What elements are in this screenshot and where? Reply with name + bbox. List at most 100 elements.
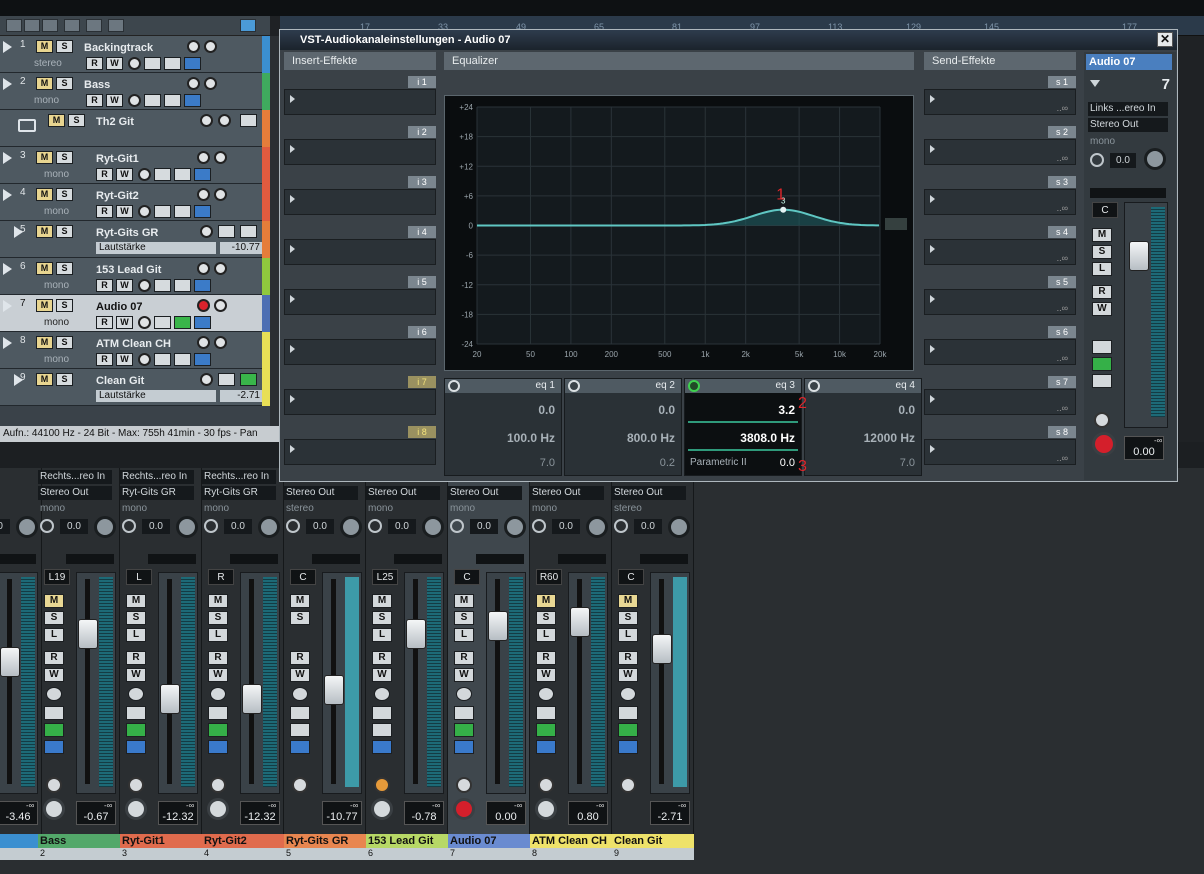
mute-button[interactable]: M: [1092, 228, 1112, 242]
gain-knob-icon[interactable]: [258, 516, 280, 538]
gain-knob-icon[interactable]: [1144, 148, 1166, 170]
write-button[interactable]: W: [116, 279, 133, 292]
insert-slot[interactable]: i 4: [284, 226, 436, 266]
fader-handle[interactable]: [78, 619, 98, 649]
expand-triangle-icon[interactable]: [3, 152, 12, 164]
eq-gain-slider[interactable]: [688, 421, 798, 423]
eq-bypass-button[interactable]: [372, 723, 392, 737]
track-name[interactable]: Ryt-Gits GR: [96, 227, 158, 239]
send-slot[interactable]: s 7 ..∞: [924, 376, 1076, 416]
pan-slider[interactable]: [558, 554, 606, 564]
volume-fader[interactable]: [240, 572, 280, 794]
mute-button[interactable]: M: [36, 336, 53, 349]
expand-triangle-icon[interactable]: [3, 263, 12, 275]
read-button[interactable]: R: [208, 651, 228, 665]
send-bypass-button[interactable]: [372, 740, 392, 754]
record-icon[interactable]: [535, 798, 557, 820]
insert-slot-box[interactable]: [284, 239, 436, 265]
monitor-icon[interactable]: [214, 151, 227, 164]
eq-q-value[interactable]: 0.0: [780, 457, 795, 469]
phase-icon[interactable]: [122, 519, 136, 533]
solo-button[interactable]: S: [44, 611, 64, 625]
write-all-button[interactable]: [108, 19, 124, 32]
play-triangle-icon[interactable]: [290, 295, 295, 303]
listen-button[interactable]: L: [1092, 262, 1112, 276]
output-routing[interactable]: Stereo Out: [612, 486, 686, 500]
play-triangle-icon[interactable]: [290, 245, 295, 253]
send-bypass-button[interactable]: [194, 316, 211, 329]
record-icon[interactable]: [43, 798, 65, 820]
pan-slider[interactable]: [66, 554, 114, 564]
eq-bypass-button[interactable]: [618, 723, 638, 737]
channel-name[interactable]: a...ck: [0, 834, 42, 848]
power-icon[interactable]: [688, 380, 700, 392]
input-routing[interactable]: Rechts...reo In: [120, 470, 194, 484]
mute-button[interactable]: M: [36, 373, 53, 386]
solo-button[interactable]: S: [56, 336, 73, 349]
solo-button[interactable]: S: [68, 114, 85, 127]
monitor-icon[interactable]: [214, 188, 227, 201]
read-button[interactable]: R: [126, 651, 146, 665]
solo-button[interactable]: S: [372, 611, 392, 625]
play-triangle-icon[interactable]: [930, 345, 935, 353]
record-icon[interactable]: [197, 262, 210, 275]
solo-button[interactable]: S: [56, 299, 73, 312]
send-slot[interactable]: s 5 ..∞: [924, 276, 1076, 316]
output-routing[interactable]: Stereo Out: [530, 486, 604, 500]
read-button[interactable]: R: [96, 279, 113, 292]
insert-bypass-button[interactable]: [536, 706, 556, 720]
speaker-icon[interactable]: [456, 777, 472, 793]
write-button[interactable]: W: [116, 353, 133, 366]
solo-button[interactable]: S: [536, 611, 556, 625]
pan-value[interactable]: L: [126, 569, 152, 585]
eq-bypass-button[interactable]: [44, 723, 64, 737]
insert-bypass-button[interactable]: [144, 57, 161, 70]
solo-button[interactable]: S: [56, 151, 73, 164]
eq-reset-icon[interactable]: [885, 218, 907, 230]
eq-frequency-value[interactable]: 800.0 Hz: [627, 431, 675, 445]
send-bypass-button[interactable]: [126, 740, 146, 754]
play-triangle-icon[interactable]: [290, 395, 295, 403]
read-button[interactable]: R: [96, 316, 113, 329]
insert-bypass-button[interactable]: [154, 168, 171, 181]
output-routing[interactable]: Stereo Out: [38, 486, 112, 500]
expand-triangle-icon[interactable]: [3, 41, 12, 53]
play-triangle-icon[interactable]: [930, 145, 935, 153]
channel-name[interactable]: Ryt-Git1: [120, 834, 202, 848]
mute-button[interactable]: M: [618, 594, 638, 608]
insert-slot[interactable]: i 7: [284, 376, 436, 416]
solo-button[interactable]: S: [56, 373, 73, 386]
send-slot-box[interactable]: [924, 239, 1076, 265]
insert-bypass-button[interactable]: [154, 205, 171, 218]
speaker-icon[interactable]: [374, 777, 390, 793]
input-gain-value[interactable]: 0.0: [224, 519, 252, 534]
pan-value[interactable]: L19: [44, 569, 70, 585]
play-triangle-icon[interactable]: [290, 195, 295, 203]
write-button[interactable]: W: [290, 668, 310, 682]
play-triangle-icon[interactable]: [930, 245, 935, 253]
phase-icon[interactable]: [286, 519, 300, 533]
eq-bypass-button[interactable]: [164, 57, 181, 70]
gain-knob-icon[interactable]: [422, 516, 444, 538]
solo-button[interactable]: S: [126, 611, 146, 625]
monitor-icon[interactable]: [200, 114, 213, 127]
eq-gain-value[interactable]: 3.2: [778, 403, 795, 417]
listen-button[interactable]: L: [126, 628, 146, 642]
channel-name[interactable]: Ryt-Git2: [202, 834, 284, 848]
pan-value[interactable]: C: [290, 569, 316, 585]
volume-fader[interactable]: [568, 572, 608, 794]
eq-frequency-value[interactable]: 12000 Hz: [864, 431, 915, 445]
eq-bypass-button[interactable]: [240, 373, 257, 386]
play-triangle-icon[interactable]: [930, 195, 935, 203]
send-bypass-button[interactable]: [44, 740, 64, 754]
listen-button[interactable]: L: [454, 628, 474, 642]
track-name[interactable]: Ryt-Git1: [96, 153, 139, 165]
power-icon[interactable]: [448, 380, 460, 392]
record-icon[interactable]: [207, 798, 229, 820]
solo-button[interactable]: S: [618, 611, 638, 625]
output-routing[interactable]: Stereo Out: [448, 486, 522, 500]
pan-slider[interactable]: [312, 554, 360, 564]
edit-icon[interactable]: [538, 687, 554, 701]
input-routing[interactable]: Links ...ereo In: [1088, 102, 1168, 116]
solo-button[interactable]: S: [56, 188, 73, 201]
